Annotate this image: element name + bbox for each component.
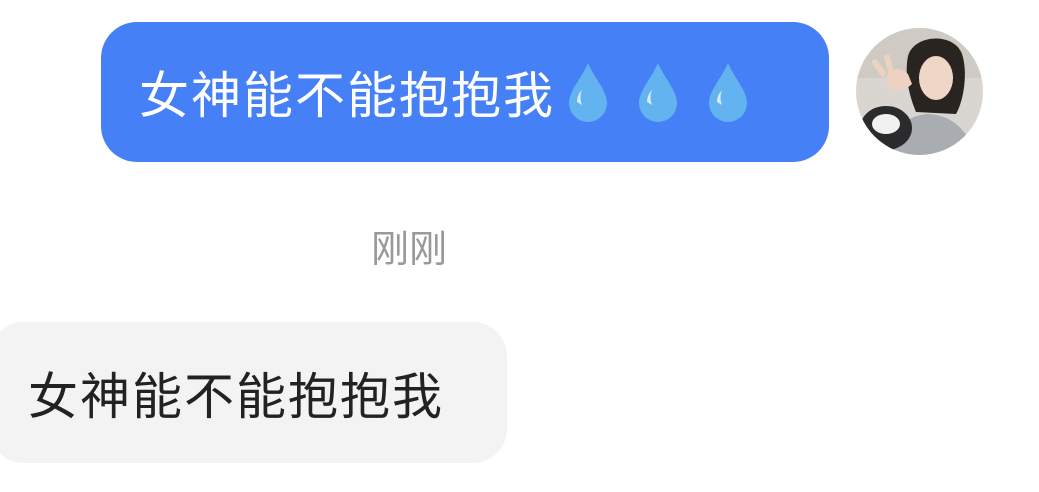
received-message-bubble[interactable]: 女神能不能抱抱我	[0, 322, 507, 463]
avatar[interactable]	[856, 28, 983, 155]
avatar-photo	[856, 28, 983, 155]
chat-thread: 女神能不能抱抱我 刚刚 女神能不能抱抱我	[0, 0, 1039, 492]
sent-message-text: 女神能不能抱抱我	[139, 67, 555, 125]
message-timestamp: 刚刚	[370, 227, 447, 271]
sent-message-bubble[interactable]: 女神能不能抱抱我	[101, 22, 829, 162]
received-message-text: 女神能不能抱抱我	[28, 367, 444, 426]
droplet-icon	[569, 63, 607, 122]
emoji-group	[565, 61, 751, 123]
droplet-icon	[639, 63, 677, 122]
droplet-icon	[709, 63, 747, 122]
